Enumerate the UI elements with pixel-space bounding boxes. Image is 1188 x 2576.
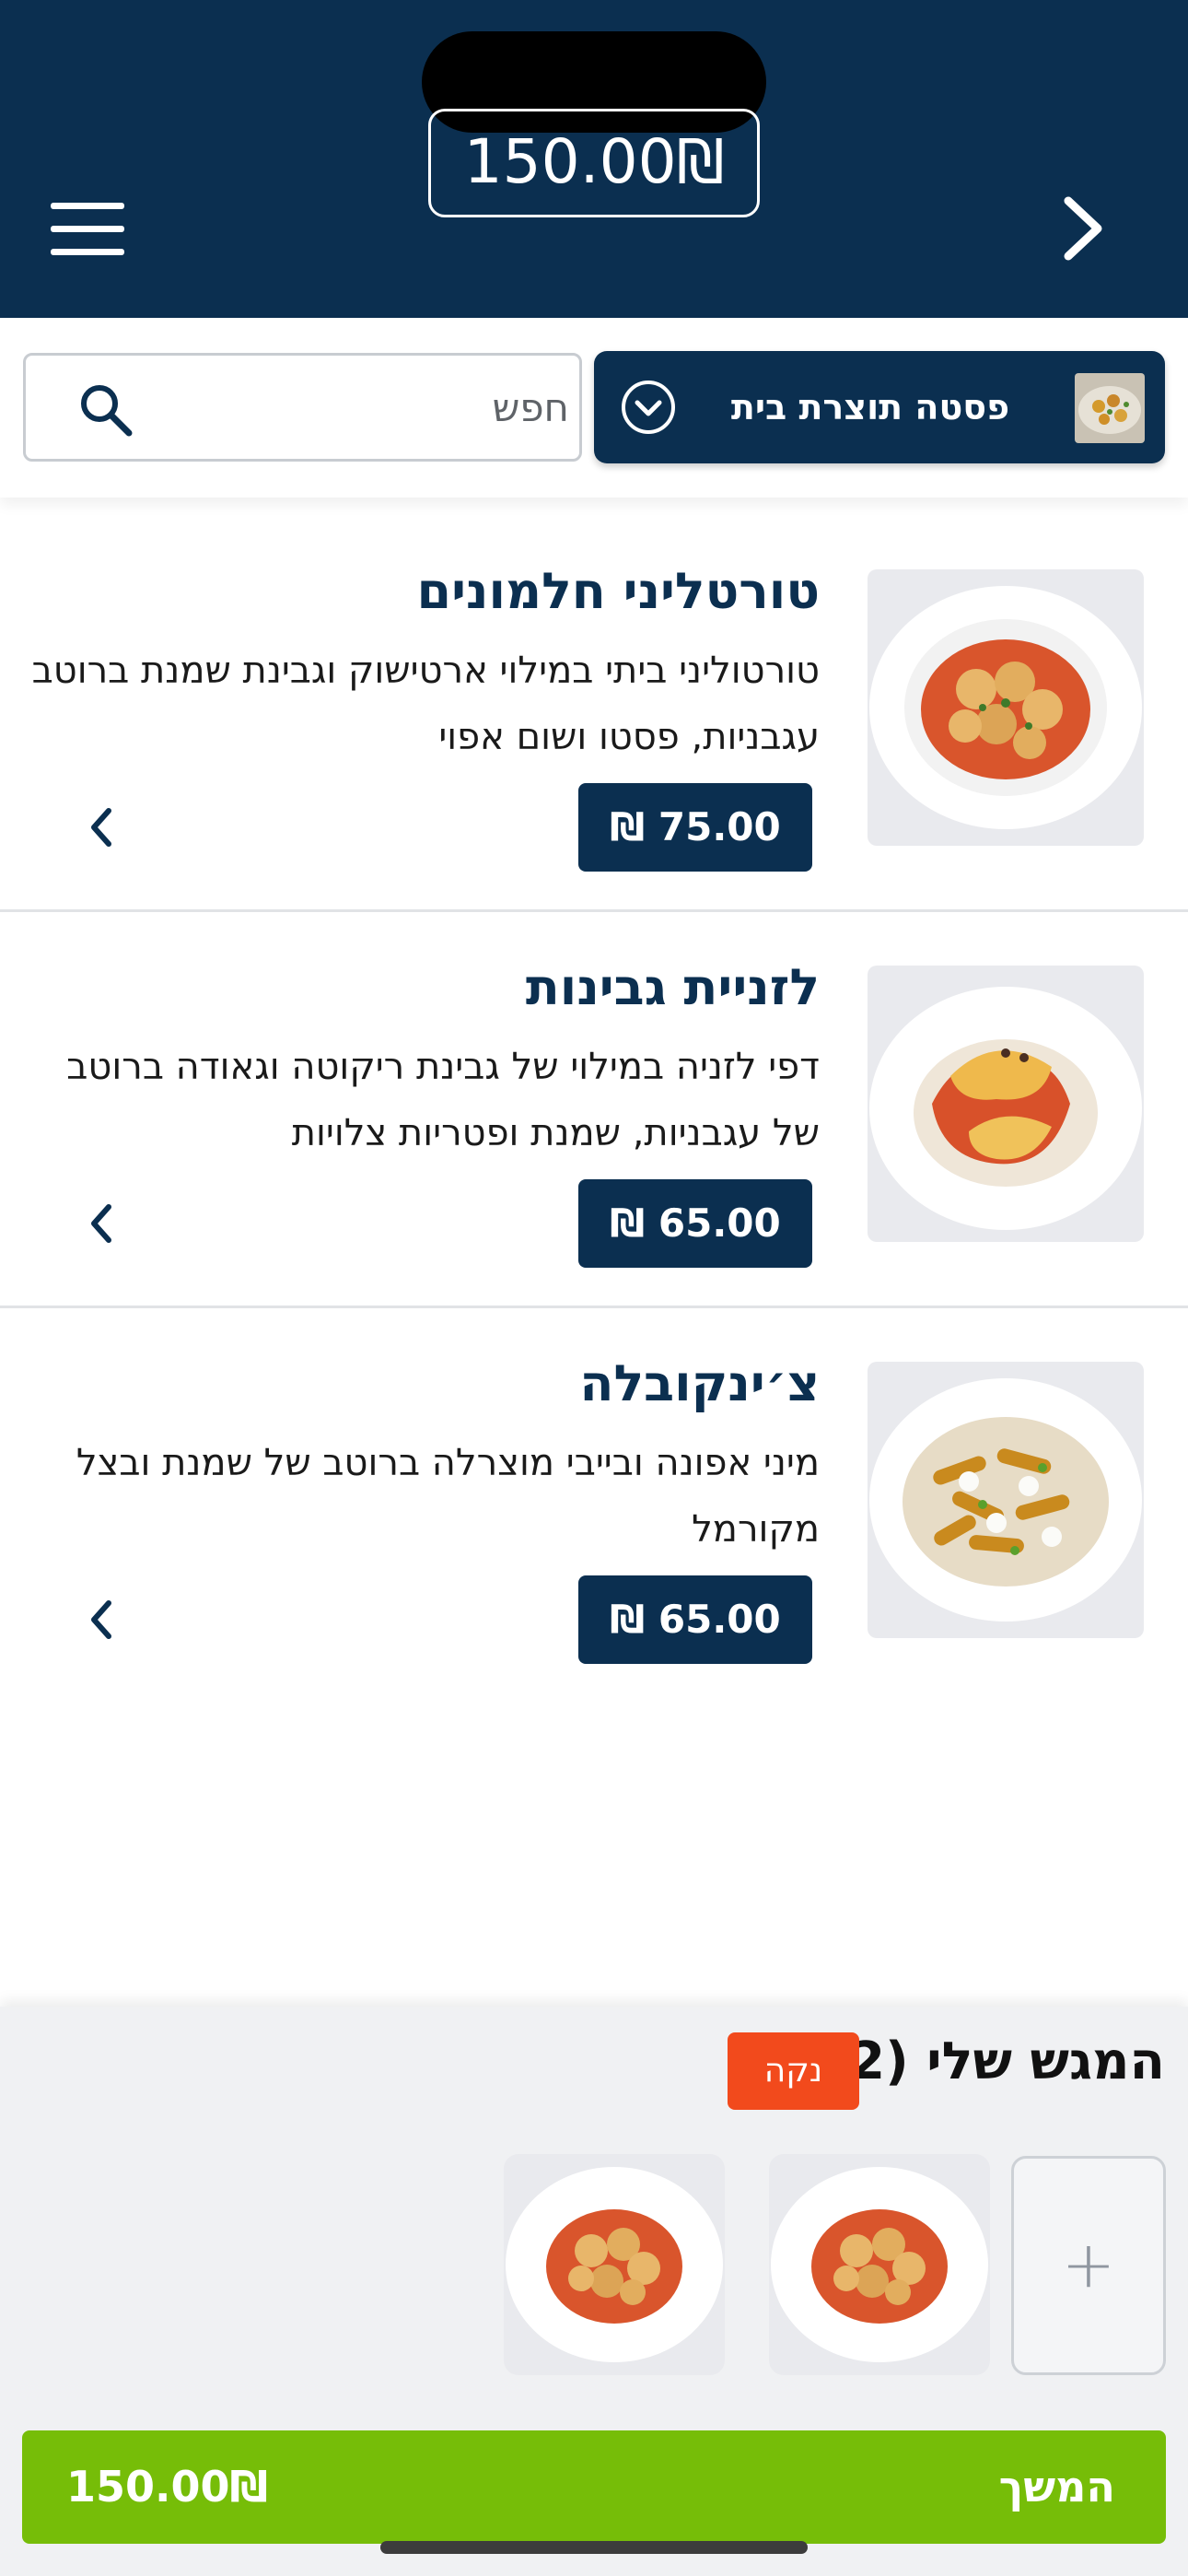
chevron-left-icon[interactable] bbox=[83, 1592, 120, 1647]
menu-item[interactable]: לזניית גבינות דפי לזניה במילוי של גבינת … bbox=[0, 912, 1188, 1308]
item-price-button[interactable]: ₪ 75.00 bbox=[578, 783, 812, 872]
category-selector[interactable]: פסטה תוצרת בית bbox=[594, 351, 1165, 463]
clear-tray-button[interactable]: נקה bbox=[728, 2032, 859, 2110]
search-input[interactable] bbox=[136, 374, 569, 440]
item-price-button[interactable]: ₪ 65.00 bbox=[578, 1179, 812, 1268]
item-image bbox=[868, 1362, 1144, 1638]
item-price-button[interactable]: ₪ 65.00 bbox=[578, 1575, 812, 1664]
item-title: טורטליני חלמונים bbox=[416, 562, 820, 620]
continue-label: המשך bbox=[998, 2462, 1115, 2512]
home-indicator[interactable] bbox=[380, 2541, 808, 2554]
plus-icon: + bbox=[1061, 2227, 1116, 2302]
continue-total: 150.00₪ bbox=[66, 2462, 269, 2512]
tray-title: המגש שלי (2) bbox=[826, 2032, 1165, 2091]
item-title: לזניית גבינות bbox=[525, 958, 820, 1016]
menu-item[interactable]: צ׳ינקובלה מיני אפונה ובייבי מוצרלה ברוטב… bbox=[0, 1308, 1188, 1704]
item-description: דפי לזניה במילוי של גבינת ריקוטה וגאודה … bbox=[66, 1046, 820, 1154]
chevron-right-icon[interactable] bbox=[1050, 192, 1114, 265]
header-total: 150.00₪ bbox=[428, 109, 760, 217]
item-image bbox=[868, 569, 1144, 846]
chevron-left-icon[interactable] bbox=[83, 1196, 120, 1251]
tray-item-thumbnail[interactable] bbox=[769, 2154, 990, 2375]
category-thumbnail bbox=[1075, 373, 1145, 443]
hamburger-menu-icon[interactable] bbox=[51, 203, 124, 256]
menu-item[interactable]: טורטליני חלמונים טורטוליני ביתי במילוי א… bbox=[0, 516, 1188, 912]
continue-button[interactable]: המשך 150.00₪ bbox=[22, 2430, 1166, 2544]
category-label: פסטה תוצרת בית bbox=[730, 387, 1010, 427]
add-to-tray-button[interactable]: + bbox=[1011, 2156, 1166, 2375]
chevron-left-icon[interactable] bbox=[83, 800, 120, 855]
search-icon[interactable] bbox=[77, 381, 134, 439]
tray-item-thumbnail[interactable] bbox=[504, 2154, 725, 2375]
item-description: טורטוליני ביתי במילוי ארטישוק וגבינת שמנ… bbox=[31, 650, 820, 758]
item-description: מיני אפונה ובייבי מוצרלה ברוטב של שמנת ו… bbox=[76, 1442, 820, 1551]
search-box[interactable] bbox=[23, 353, 582, 462]
chevron-down-circle-icon bbox=[622, 381, 675, 434]
item-image bbox=[868, 966, 1144, 1242]
item-title: צ׳ינקובלה bbox=[579, 1354, 820, 1412]
